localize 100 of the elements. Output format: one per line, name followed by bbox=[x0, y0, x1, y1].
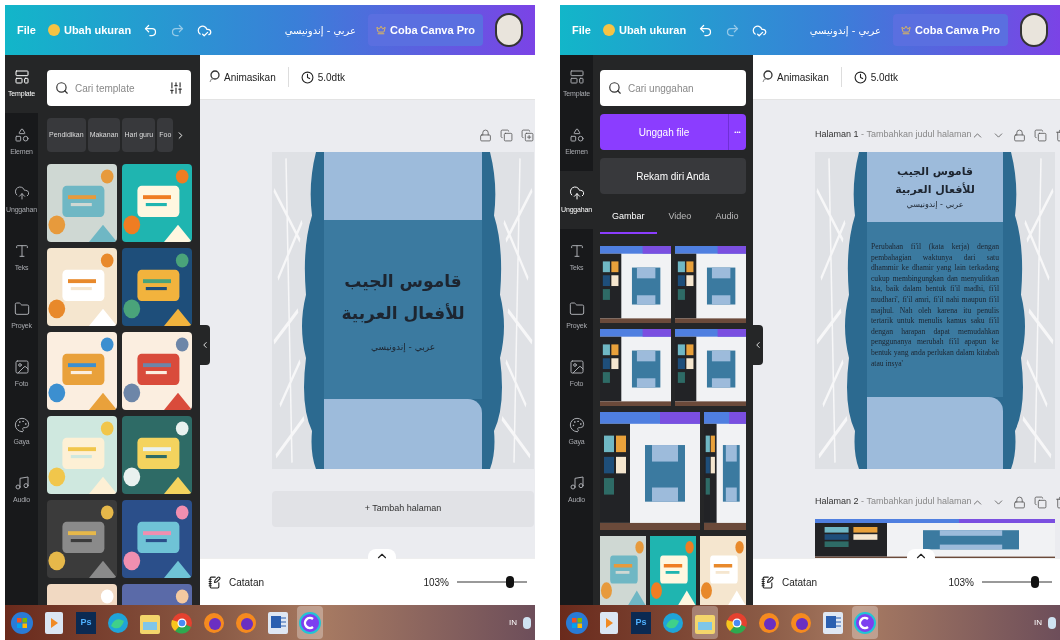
coin-icon bbox=[602, 24, 615, 36]
taskbar-button[interactable]: Ps bbox=[73, 606, 99, 639]
page-title[interactable]: Halaman 2 - Tambahkan judul halaman bbox=[815, 495, 972, 509]
animate-button[interactable]: Animasikan bbox=[208, 69, 276, 85]
tab[interactable]: Audio bbox=[703, 206, 751, 234]
search-icon bbox=[55, 81, 69, 95]
zoom-slider[interactable] bbox=[982, 576, 1052, 588]
cloud-icon[interactable] bbox=[197, 22, 213, 38]
music-icon bbox=[568, 474, 585, 491]
circle-logo-icon bbox=[299, 611, 321, 634]
folder-icon bbox=[568, 300, 585, 317]
crown-icon bbox=[376, 25, 387, 35]
tray-icon[interactable] bbox=[1048, 616, 1056, 629]
lock-icon[interactable] bbox=[1013, 495, 1027, 509]
taskbar-button[interactable] bbox=[852, 606, 878, 639]
image-icon bbox=[568, 358, 585, 375]
notes-label[interactable]: Catatan bbox=[782, 574, 818, 590]
upload-file-button[interactable]: Unggah file bbox=[600, 114, 728, 150]
animation-icon bbox=[208, 70, 220, 84]
record-button[interactable]: Rekam diri Anda bbox=[600, 158, 746, 194]
animation-icon bbox=[761, 70, 773, 84]
taskbar-button[interactable]: Ps bbox=[628, 606, 654, 639]
search-icon bbox=[608, 81, 622, 95]
image-icon bbox=[13, 358, 30, 375]
swirl-icon bbox=[662, 611, 684, 634]
upload-icon bbox=[13, 184, 30, 201]
filter-icon[interactable] bbox=[169, 81, 183, 95]
taskbar-button[interactable] bbox=[297, 606, 323, 639]
undo-icon[interactable] bbox=[698, 22, 714, 38]
notes-icon[interactable] bbox=[761, 575, 774, 589]
pro-button[interactable]: Coba Canva Pro bbox=[893, 13, 1008, 47]
document-title[interactable]: عربي - إندونيسي bbox=[809, 22, 882, 38]
layout-icon bbox=[13, 68, 30, 85]
folder-icon bbox=[13, 300, 30, 317]
document-icon bbox=[268, 611, 288, 634]
text-icon bbox=[568, 242, 585, 259]
slide-subtitle: عربي - إندونيسي bbox=[906, 199, 964, 211]
slider-thumb[interactable] bbox=[1030, 576, 1039, 588]
swirl-icon bbox=[107, 611, 129, 634]
upload-icon bbox=[568, 184, 585, 201]
clock-icon bbox=[300, 70, 314, 84]
slide-subtitle: عربي - إندونيسي bbox=[370, 340, 436, 354]
fox-icon bbox=[235, 611, 257, 634]
windows-orb-icon bbox=[10, 610, 34, 635]
search-field[interactable]: Cari template bbox=[47, 70, 191, 106]
slide-title: قاموس الجيب bbox=[897, 164, 973, 180]
add-page-button[interactable]: + Tambah halaman bbox=[272, 491, 534, 527]
play-icon bbox=[600, 611, 618, 634]
layout-icon bbox=[568, 68, 585, 85]
copy-icon[interactable] bbox=[1034, 128, 1048, 142]
chrome-icon bbox=[171, 611, 193, 634]
lock-icon[interactable] bbox=[1013, 128, 1027, 142]
shapes-icon bbox=[568, 126, 585, 143]
pro-button[interactable]: Coba Canva Pro bbox=[368, 13, 483, 47]
tray-icon[interactable] bbox=[523, 616, 531, 629]
slide-title: قاموس الجيب bbox=[344, 269, 462, 293]
circle-logo-icon bbox=[854, 611, 876, 634]
avatar[interactable] bbox=[495, 13, 523, 47]
cloud-icon[interactable] bbox=[752, 22, 768, 38]
duration-button[interactable]: 5.0dtk bbox=[300, 69, 345, 85]
collapse-handle[interactable] bbox=[200, 325, 210, 365]
page-title[interactable]: Halaman 1 - Tambahkan judul halaman bbox=[815, 128, 972, 142]
app-logo: Ps bbox=[631, 611, 651, 634]
undo-icon[interactable] bbox=[143, 22, 159, 38]
fox-icon bbox=[203, 611, 225, 634]
text-icon bbox=[13, 242, 30, 259]
zoom-value[interactable]: 103% bbox=[948, 574, 974, 590]
slider-thumb[interactable] bbox=[505, 576, 514, 588]
animate-button[interactable]: Animasikan bbox=[761, 69, 829, 85]
fox-icon bbox=[790, 611, 812, 634]
windows-orb-icon bbox=[565, 610, 589, 635]
play-icon bbox=[45, 611, 63, 634]
language-indicator[interactable]: IN bbox=[509, 616, 517, 629]
shapes-icon bbox=[13, 126, 30, 143]
lock-icon[interactable] bbox=[479, 128, 492, 142]
document-icon bbox=[823, 611, 843, 634]
slide[interactable] bbox=[815, 152, 1055, 469]
fox-icon bbox=[758, 611, 780, 634]
copy-icon[interactable] bbox=[500, 128, 513, 142]
language-indicator[interactable]: IN bbox=[1034, 616, 1042, 629]
duration-button[interactable]: 5.0dtk bbox=[853, 69, 898, 85]
palette-icon bbox=[13, 416, 30, 433]
music-icon bbox=[13, 474, 30, 491]
coin-icon bbox=[47, 24, 60, 36]
notes-icon[interactable] bbox=[208, 575, 221, 589]
slide-title: للأفعال العربية bbox=[341, 301, 465, 326]
avatar[interactable] bbox=[1020, 13, 1048, 47]
search-field[interactable]: Cari unggahan bbox=[600, 70, 746, 106]
copy-icon[interactable] bbox=[1034, 495, 1048, 509]
document-title[interactable]: عربي - إندونيسي bbox=[284, 22, 357, 38]
collapse-handle[interactable] bbox=[753, 325, 763, 365]
slide-title: للأفعال العربية bbox=[895, 181, 975, 198]
crown-icon bbox=[901, 25, 912, 35]
add-page-icon[interactable] bbox=[521, 128, 534, 142]
zoom-slider[interactable] bbox=[457, 576, 527, 588]
tab[interactable]: Gambar bbox=[600, 206, 657, 234]
tab[interactable]: Video bbox=[656, 206, 704, 234]
zoom-value[interactable]: 103% bbox=[423, 574, 449, 590]
app-logo: Ps bbox=[76, 611, 96, 634]
notes-label[interactable]: Catatan bbox=[229, 574, 265, 590]
